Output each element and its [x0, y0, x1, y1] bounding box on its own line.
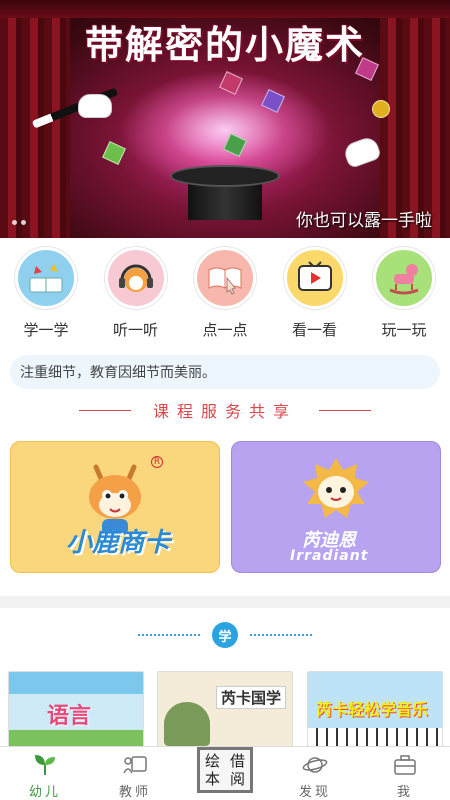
book-illustration [164, 702, 210, 746]
bottom-tab-bar: 幼儿 教师 绘本 借阅 发现 我 [0, 746, 450, 800]
tip-banner: 注重细节，教育因细节而美丽。 [10, 355, 440, 389]
brand-logo-xiaolu: 小鹿商卡 [66, 528, 171, 558]
tab-picture-book-lending[interactable]: 绘本 借阅 [190, 747, 260, 793]
book-header-band [9, 672, 143, 694]
category-label: 看一看 [291, 321, 337, 339]
home-screen: 带解密的小魔术 你也可以露一手啦 学一学 听一听 点一点 看一看 玩一玩 注重细… [0, 0, 450, 800]
magic-hat-icon [170, 165, 280, 220]
sprout-icon [32, 753, 58, 777]
tab-me[interactable]: 我 [370, 753, 440, 800]
briefcase-icon [392, 753, 418, 777]
category-learn[interactable]: 学一学 [12, 247, 80, 347]
category-listen[interactable]: 听一听 [102, 247, 170, 347]
category-row: 学一学 听一听 点一点 看一看 玩一玩 [0, 247, 450, 347]
book-title: 语言 [47, 704, 92, 729]
magic-banner[interactable]: 带解密的小魔术 你也可以露一手啦 [0, 0, 450, 238]
service-card-irradiant[interactable]: 芮迪恩 Irradiant [231, 441, 441, 573]
carousel-indicator [12, 220, 26, 225]
banner-title: 带解密的小魔术 [84, 23, 365, 67]
lion-mascot-icon [291, 454, 381, 534]
books-heading: 学 [0, 621, 450, 649]
book-card[interactable]: 语言 [8, 671, 144, 751]
tab-label: 绘本 借阅 [197, 747, 253, 793]
dotted-line [138, 634, 200, 636]
book-title: 芮卡国学 [216, 686, 287, 709]
tab-teacher[interactable]: 教师 [100, 753, 170, 800]
tab-label: 教师 [118, 785, 151, 800]
category-tap[interactable]: 点一点 [191, 247, 259, 347]
video-tv-icon [283, 247, 346, 309]
category-label: 玩一玩 [381, 321, 427, 339]
dotted-line [250, 634, 312, 636]
service-card-xiaolu[interactable]: 小鹿商卡 R [10, 441, 220, 573]
category-label: 点一点 [202, 321, 248, 339]
category-label: 学一学 [23, 321, 69, 339]
section-divider [0, 596, 450, 608]
book-card[interactable]: 芮卡轻松学音乐 [307, 671, 443, 751]
rocking-horse-icon [373, 247, 435, 309]
tab-label: 我 [396, 785, 413, 800]
registered-mark-icon: R [151, 456, 163, 468]
banner-subtitle: 你也可以露一手啦 [296, 211, 432, 231]
divider-line [319, 409, 371, 411]
category-label: 听一听 [112, 321, 158, 339]
brand-logo-irradiant-en: Irradiant [290, 548, 369, 564]
section-heading: 课程服务共享 [0, 398, 450, 422]
book-butterfly-icon [15, 247, 77, 309]
glove-icon [341, 134, 383, 170]
learn-badge: 学 [212, 622, 238, 648]
planet-icon [302, 753, 328, 777]
tab-kids[interactable]: 幼儿 [10, 753, 80, 800]
pointing-book-icon [194, 247, 256, 309]
tab-discover[interactable]: 发现 [280, 753, 350, 800]
tab-label: 幼儿 [28, 785, 61, 800]
glove-icon [78, 94, 112, 118]
book-title: 芮卡轻松学音乐 [316, 700, 429, 719]
teacher-icon [122, 753, 148, 777]
tab-label: 发现 [298, 785, 331, 800]
headphones-mascot-icon [104, 247, 167, 309]
section-title: 课程服务共享 [152, 402, 297, 421]
category-play[interactable]: 玩一玩 [370, 247, 438, 347]
divider-line [78, 409, 131, 411]
category-watch[interactable]: 看一看 [281, 247, 349, 347]
book-card[interactable]: 芮卡国学 [157, 671, 293, 751]
